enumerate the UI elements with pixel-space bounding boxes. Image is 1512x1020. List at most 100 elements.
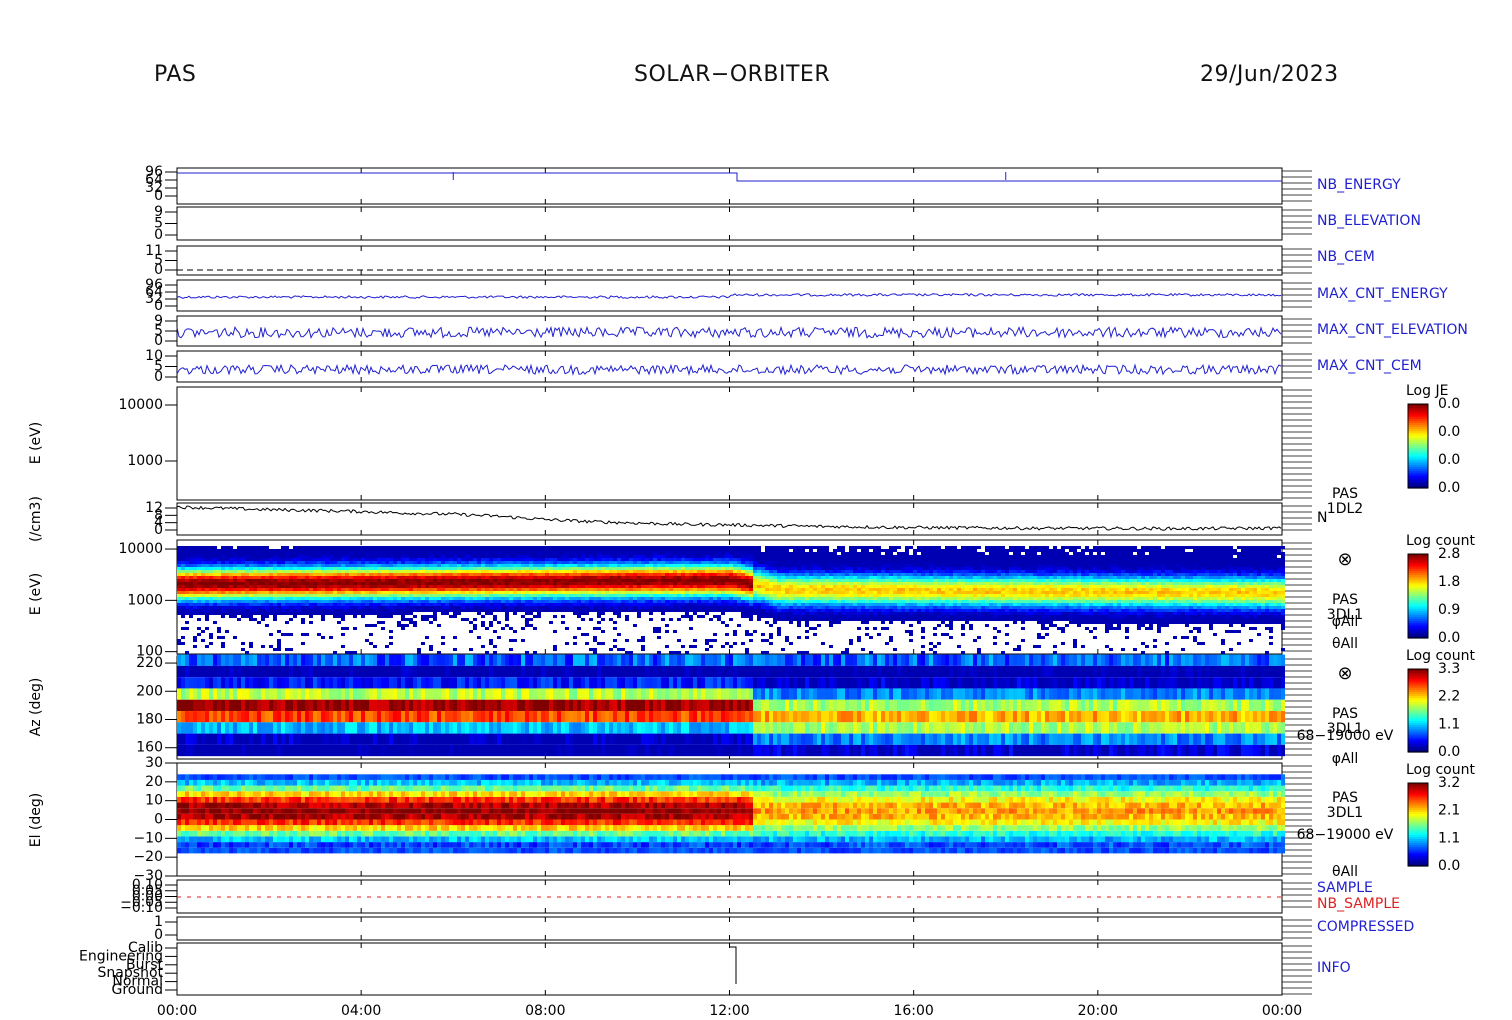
- density-ytick-label: 0: [154, 522, 163, 538]
- energy-spectrogram-cell: [909, 576, 913, 579]
- energy-spectrogram-cell: [633, 585, 637, 588]
- energy-spectrogram-cell: [817, 558, 821, 561]
- energy-spectrogram-cell: [525, 558, 529, 561]
- energy-spectrogram-cell: [433, 591, 437, 594]
- energy-spectrogram-cell: [661, 546, 665, 549]
- energy-spectrogram-cell: [905, 561, 909, 564]
- energy-spectrogram-cell: [873, 573, 877, 576]
- energy-spectrogram-cell: [357, 549, 361, 552]
- energy-spectrogram-cell: [549, 609, 553, 612]
- energy-spectrogram-cell: [821, 579, 825, 582]
- energy-spectrogram-cell: [353, 558, 357, 561]
- energy-spectrogram-cell: [773, 579, 777, 582]
- energy-spectrogram-cell: [721, 564, 725, 567]
- energy-spectrogram-cell: [473, 582, 477, 585]
- energy-spectrogram-cell: [285, 600, 289, 603]
- energy-spectrogram-cell: [381, 558, 385, 561]
- energy-spectrogram-cell: [845, 609, 849, 612]
- energy-spectrogram-cell: [829, 600, 833, 603]
- energy-spectrogram-cell: [633, 567, 637, 570]
- energy-spectrogram-cell: [729, 597, 733, 600]
- energy-spectrogram-cell: [777, 582, 781, 585]
- energy-spectrogram-cell: [665, 573, 669, 576]
- energy-spectrogram-cell: [257, 555, 261, 558]
- energy-spectrogram-cell: [865, 561, 869, 564]
- energy-spectrogram-cell: [693, 597, 697, 600]
- energy-spectrogram-cell: [773, 594, 777, 597]
- energy-spectrogram-cell: [553, 594, 557, 597]
- energy-spectrogram-cell: [561, 609, 565, 612]
- energy-spectrogram-cell: [689, 576, 693, 579]
- energy-spectrogram-cell: [269, 603, 273, 606]
- energy-spectrogram-cell: [249, 558, 253, 561]
- energy-spectrogram-cell: [733, 609, 737, 612]
- energy-spectrogram-cell: [645, 549, 649, 552]
- energy-spectrogram-cell: [773, 546, 777, 549]
- energy-spectrogram-cell: [837, 612, 841, 615]
- energy-spectrogram-cell: [729, 561, 733, 564]
- energy-spectrogram-cell: [645, 591, 649, 594]
- energy-spectrogram-cell: [577, 615, 581, 618]
- energy-spectrogram-cell: [645, 570, 649, 573]
- energy-spectrogram-cell: [249, 591, 253, 594]
- energy-spectrogram-cell: [765, 588, 769, 591]
- energy-spectrogram-cell: [305, 567, 309, 570]
- energy-spectrogram-cell: [305, 558, 309, 561]
- energy-spectrogram-cell: [597, 561, 601, 564]
- density-legend-n: N: [1317, 510, 1327, 526]
- energy-spectrogram-cell: [465, 549, 469, 552]
- energy-spectrogram-cell: [705, 597, 709, 600]
- energy-spectrogram-cell: [477, 555, 481, 558]
- energy-spectrogram-cell: [305, 555, 309, 558]
- energy-spectrogram-cell: [489, 564, 493, 567]
- energy-spectrogram-cell: [421, 561, 425, 564]
- energy-spectrogram-cell: [801, 618, 805, 621]
- energy-spectrogram-cell: [177, 603, 181, 606]
- energy-spectrogram-cell: [505, 555, 509, 558]
- energy-spectrogram-cell: [613, 627, 617, 630]
- energy-spectrogram-cell: [573, 555, 577, 558]
- energy-spectrogram-cell: [257, 594, 261, 597]
- energy-spectrogram-cell: [713, 603, 717, 606]
- energy-spectrogram-cell: [565, 588, 569, 591]
- energy-spectrogram-cell: [697, 558, 701, 561]
- energy-spectrogram-cell: [809, 609, 813, 612]
- energy-spectrogram-cell: [193, 645, 197, 648]
- energy-spectrogram-cell: [557, 597, 561, 600]
- energy-spectrogram-cell: [241, 567, 245, 570]
- energy-spectrogram-cell: [877, 594, 881, 597]
- energy-spectrogram-cell: [301, 561, 305, 564]
- energy-spectrogram-cell: [337, 564, 341, 567]
- energy-spectrogram-cell: [317, 588, 321, 591]
- energy-spectrogram-cell: [821, 597, 825, 600]
- energy-spectrogram-cell: [797, 570, 801, 573]
- energy-spectrogram-cell: [741, 585, 745, 588]
- energy-spectrogram-cell: [577, 549, 581, 552]
- energy-spectrogram-cell: [361, 597, 365, 600]
- energy-spectrogram-cell: [685, 567, 689, 570]
- energy-spectrogram-cell: [813, 573, 817, 576]
- energy-spectrogram-cell: [473, 579, 477, 582]
- energy-spectrogram-cell: [765, 612, 769, 615]
- energy-spectrogram-cell: [913, 609, 917, 612]
- energy-spectrogram-cell: [885, 585, 889, 588]
- energy-spectrogram-cell: [353, 552, 357, 555]
- energy-spectrogram-cell: [549, 558, 553, 561]
- energy-spectrogram-cell: [809, 558, 813, 561]
- energy-spectrogram-cell: [213, 582, 217, 585]
- energy-spectrogram-cell: [661, 594, 665, 597]
- energy-spectrogram-cell: [873, 618, 877, 621]
- energy-spectrogram-cell: [697, 555, 701, 558]
- energy-spectrogram-cell: [769, 552, 773, 555]
- energy-spectrogram-cell: [333, 573, 337, 576]
- energy-spectrogram-cell: [321, 546, 325, 549]
- energy-spectrogram-cell: [769, 549, 773, 552]
- energy-spectrogram-cell: [465, 555, 469, 558]
- energy-spectrogram-cell: [765, 579, 769, 582]
- energy-spectrogram-cell: [617, 606, 621, 609]
- energy-spectrogram-cell: [253, 549, 257, 552]
- energy-spectrogram-cell: [253, 552, 257, 555]
- energy-spectrogram-cell: [253, 564, 257, 567]
- energy-spectrogram-cell: [829, 612, 833, 615]
- energy-spectrogram-cell: [661, 552, 665, 555]
